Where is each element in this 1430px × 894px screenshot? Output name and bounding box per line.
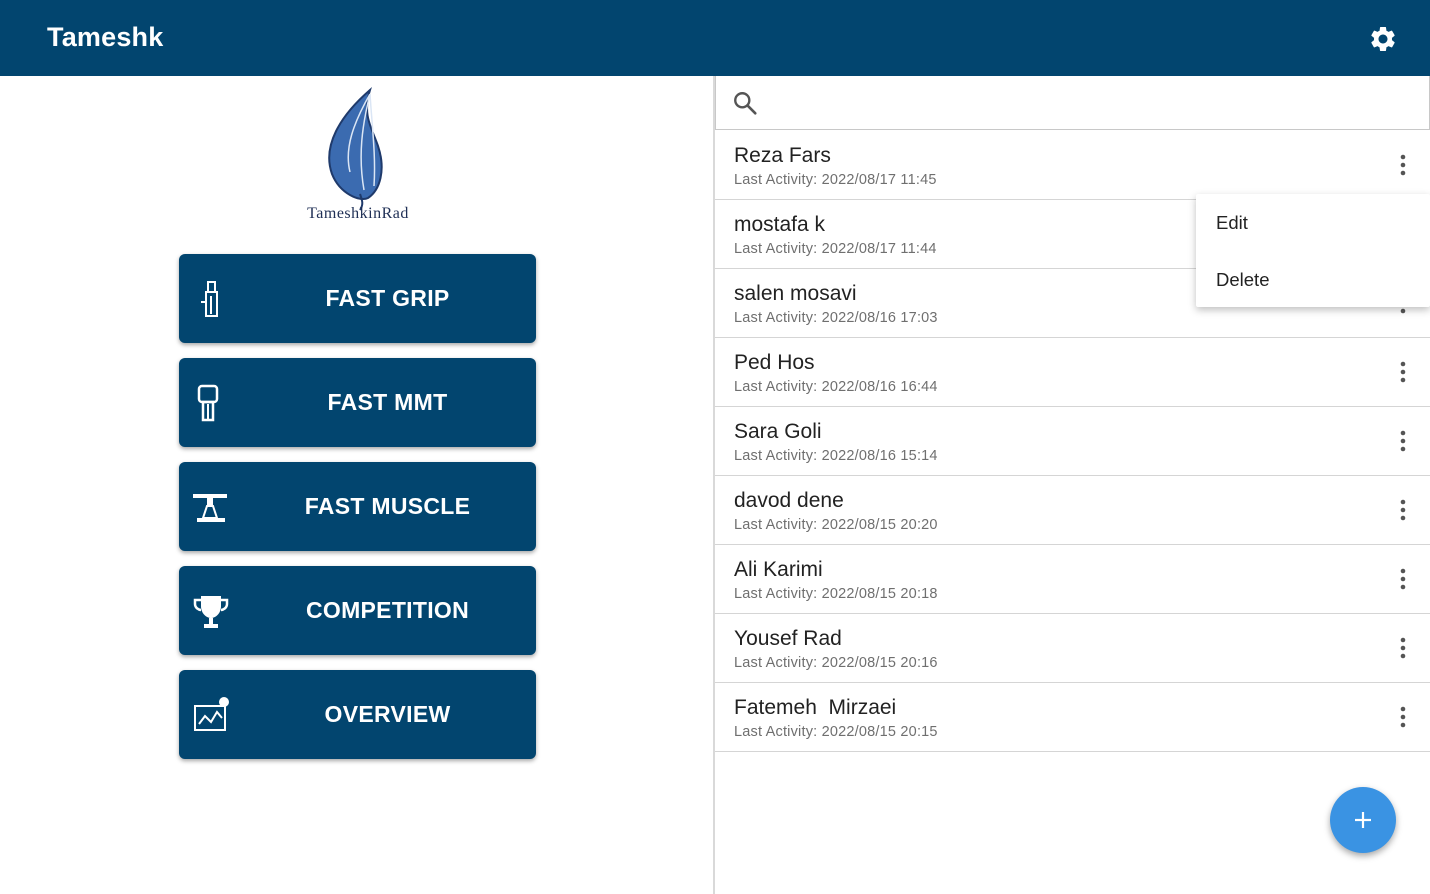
- list-item[interactable]: Fatemeh Mirzaei Last Activity: 2022/08/1…: [715, 683, 1430, 752]
- user-name: Sara Goli: [734, 420, 822, 443]
- search-input[interactable]: [776, 86, 1400, 120]
- more-vert-icon[interactable]: [1395, 636, 1411, 660]
- plus-icon: [1355, 812, 1371, 828]
- fast-muscle-label: FAST MUSCLE: [304, 493, 471, 519]
- user-name: salen mosavi: [734, 282, 857, 305]
- fast-mmt-button[interactable]: FAST MMT: [179, 358, 536, 447]
- search-bar: [715, 76, 1430, 130]
- last-activity: Last Activity: 2022/08/15 20:15: [734, 724, 938, 740]
- fast-muscle-button[interactable]: FAST MUSCLE: [179, 462, 536, 551]
- search-icon: [734, 92, 757, 115]
- more-vert-icon[interactable]: [1395, 498, 1411, 522]
- last-activity: Last Activity: 2022/08/15 20:20: [734, 517, 938, 533]
- mmt-device-icon: [197, 384, 219, 422]
- more-vert-icon[interactable]: [1395, 360, 1411, 384]
- last-activity: Last Activity: 2022/08/15 20:18: [734, 586, 938, 602]
- add-user-button[interactable]: [1330, 787, 1396, 853]
- last-activity: Last Activity: 2022/08/15 20:16: [734, 655, 938, 671]
- user-name: Yousef Rad: [734, 627, 842, 650]
- row-context-menu: Edit Delete: [1196, 194, 1430, 307]
- overview-button[interactable]: OVERVIEW: [179, 670, 536, 759]
- user-name: Fatemeh Mirzaei: [734, 696, 897, 719]
- user-name: davod dene: [734, 489, 844, 512]
- more-vert-icon[interactable]: [1395, 567, 1411, 591]
- fast-grip-button[interactable]: FAST GRIP: [179, 254, 536, 343]
- last-activity: Last Activity: 2022/08/16 15:14: [734, 448, 938, 464]
- list-item[interactable]: Sara Goli Last Activity: 2022/08/16 15:1…: [715, 407, 1430, 476]
- competition-button[interactable]: COMPETITION: [179, 566, 536, 655]
- last-activity: Last Activity: 2022/08/17 11:45: [734, 172, 937, 188]
- user-name: Ali Karimi: [734, 558, 823, 581]
- user-name: Ped Hos: [734, 351, 815, 374]
- logo-wordmark: TameshkinRad: [307, 205, 409, 222]
- list-item[interactable]: Yousef Rad Last Activity: 2022/08/15 20:…: [715, 614, 1430, 683]
- last-activity: Last Activity: 2022/08/17 11:44: [734, 241, 937, 257]
- user-name: Reza Fars: [734, 144, 831, 167]
- user-name: mostafa k: [734, 213, 826, 236]
- app-bar: Tameshk: [0, 0, 1430, 76]
- delete-menu-item[interactable]: Delete: [1216, 269, 1269, 291]
- more-vert-icon[interactable]: [1395, 705, 1411, 729]
- fast-grip-label: FAST GRIP: [325, 285, 450, 311]
- chart-icon: [194, 697, 229, 731]
- edit-menu-item[interactable]: Edit: [1216, 212, 1248, 234]
- list-item[interactable]: Ali Karimi Last Activity: 2022/08/15 20:…: [715, 545, 1430, 614]
- more-vert-icon[interactable]: [1395, 429, 1411, 453]
- grip-dynamometer-icon: [201, 281, 218, 317]
- last-activity: Last Activity: 2022/08/16 16:44: [734, 379, 938, 395]
- muscle-device-icon: [193, 494, 227, 522]
- list-item[interactable]: Ped Hos Last Activity: 2022/08/16 16:44: [715, 338, 1430, 407]
- overview-label: OVERVIEW: [324, 701, 451, 727]
- gear-icon[interactable]: [1368, 24, 1398, 54]
- competition-label: COMPETITION: [305, 597, 470, 623]
- list-item[interactable]: Reza Fars Last Activity: 2022/08/17 11:4…: [715, 131, 1430, 200]
- fast-mmt-label: FAST MMT: [327, 389, 448, 415]
- app-title: Tameshk: [47, 22, 164, 52]
- trophy-icon: [193, 596, 229, 628]
- last-activity: Last Activity: 2022/08/16 17:03: [734, 310, 938, 326]
- list-item[interactable]: davod dene Last Activity: 2022/08/15 20:…: [715, 476, 1430, 545]
- more-vert-icon[interactable]: [1395, 153, 1411, 177]
